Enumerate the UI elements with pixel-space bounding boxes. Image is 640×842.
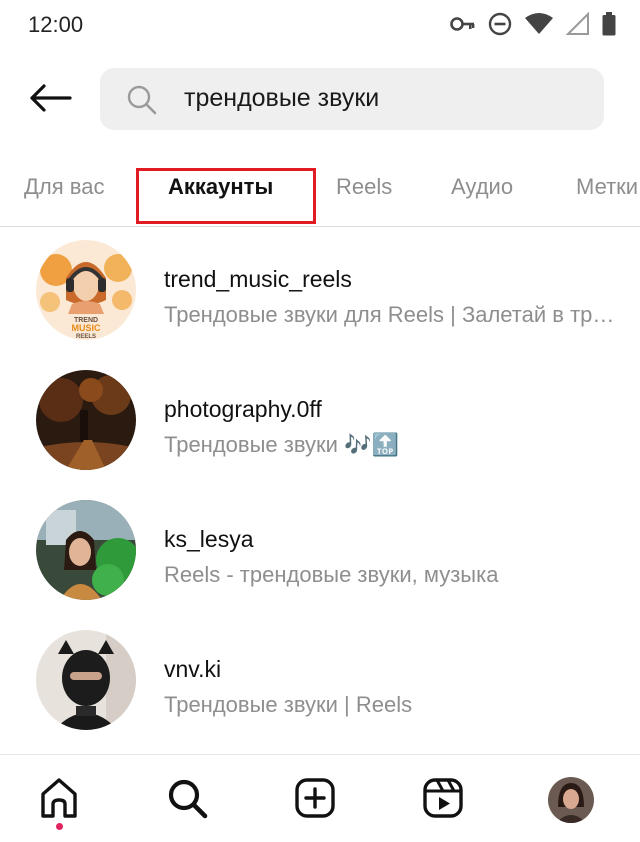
nav-home-button[interactable] [34,775,84,825]
account-subtitle: Трендовые звуки для Reels | Залетай в тр… [164,302,616,327]
tab-accounts[interactable]: Аккаунты [168,174,273,200]
avatar [36,370,136,470]
bottom-nav [0,755,640,842]
cell-signal-icon [566,12,590,36]
tab-audio[interactable]: Аудио [451,174,513,200]
tab-reels[interactable]: Reels [336,174,392,200]
do-not-disturb-icon [488,12,512,36]
account-username: photography.0ff [164,396,322,422]
account-subtitle: Трендовые звуки 🎶🔝 [164,432,399,457]
list-item[interactable]: TREND MUSIC REELS trend_music_reels Трен… [0,230,640,360]
back-button[interactable] [26,80,74,120]
tabs-divider [0,226,640,227]
list-item[interactable]: vnv.ki Трендовые звуки | Reels [0,620,640,750]
account-subtitle: Reels - трендовые звуки, музыка [164,562,499,587]
account-username: ks_lesya [164,526,254,552]
reels-icon [421,776,465,825]
search-query: трендовые звуки [184,84,380,112]
avatar-badge-line2: MUSIC [72,323,102,333]
tab-for-you[interactable]: Для вас [24,174,104,200]
notification-dot [56,823,63,830]
account-username: vnv.ki [164,656,222,682]
nav-reels-button[interactable] [418,775,468,825]
avatar: TREND MUSIC REELS [36,240,136,340]
home-icon [37,776,81,825]
nav-create-button[interactable] [290,775,340,825]
tab-tags[interactable]: Метки [576,174,638,200]
search-icon [165,776,209,825]
vpn-key-icon [450,14,476,34]
avatar [36,500,136,600]
list-item[interactable]: photography.0ff Трендовые звуки 🎶🔝 [0,360,640,490]
account-subtitle: Трендовые звуки | Reels [164,692,413,717]
back-arrow-icon [28,83,72,118]
account-username: trend_music_reels [164,266,352,292]
status-time: 12:00 [28,12,84,37]
battery-icon [602,12,616,36]
search-input[interactable]: трендовые звуки [100,68,604,130]
create-post-icon [293,776,337,825]
nav-search-button[interactable] [162,775,212,825]
status-bar: 12:00 [0,0,640,50]
profile-avatar [548,777,594,823]
avatar [36,630,136,730]
search-tabs: Для вас Аккаунты Reels Аудио Метки [0,160,640,226]
status-icons [450,12,616,36]
avatar-badge-line3: REELS [76,334,96,340]
search-icon [126,84,158,121]
wifi-icon [524,12,554,36]
nav-profile-button[interactable] [546,775,596,825]
list-item[interactable]: ks_lesya Reels - трендовые звуки, музыка [0,490,640,620]
